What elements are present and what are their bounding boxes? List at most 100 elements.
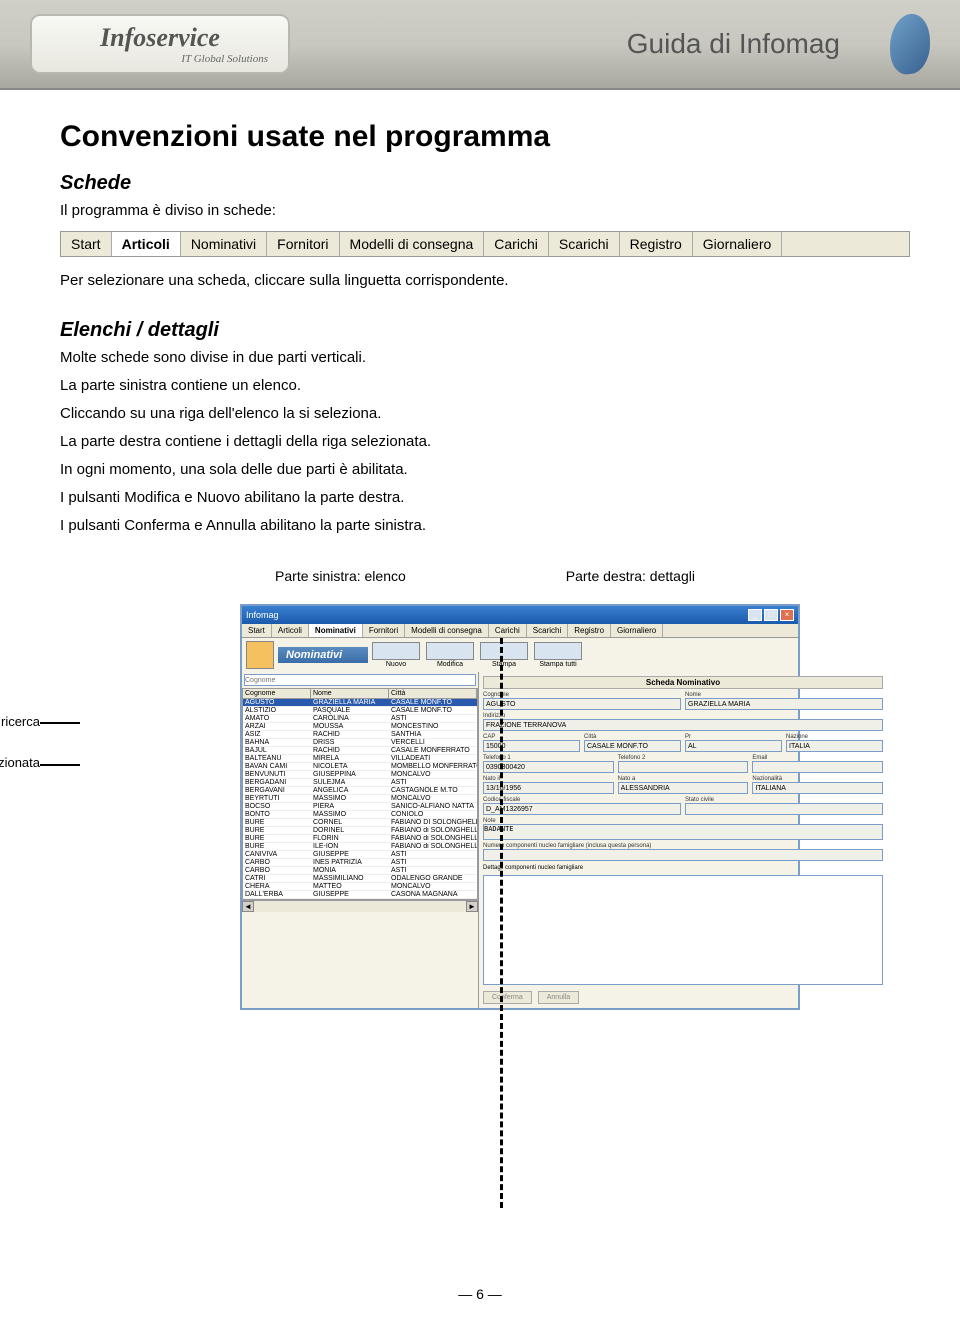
logo: Infoservice IT Global Solutions	[30, 14, 290, 74]
table-row[interactable]: ASIZRACHIDSANTHIA	[243, 731, 477, 739]
tab[interactable]: Start	[61, 232, 112, 256]
app-tabs: Start Articoli Nominativi Fornitori Mode…	[242, 624, 798, 638]
app-window: Infomag _ □ × Start Articoli Nominativi …	[240, 604, 800, 1010]
tab[interactable]: Registro	[620, 232, 693, 256]
vertical-divider	[500, 638, 503, 1208]
table-row[interactable]: BAHNADRISSVERCELLI	[243, 739, 477, 747]
cognome-field[interactable]	[483, 698, 681, 710]
search-input[interactable]	[244, 674, 476, 686]
table-row[interactable]: CARBOMONIAASTI	[243, 867, 477, 875]
table-header: Cognome Nome Città	[243, 689, 477, 699]
app-tab[interactable]: Modelli di consegna	[405, 624, 489, 637]
table-row[interactable]: DALL'ERBAGIUSEPPECASONA MAGNANA	[243, 891, 477, 899]
app-tab[interactable]: Articoli	[272, 624, 309, 637]
col-nome[interactable]: Nome	[311, 689, 389, 698]
citta-field[interactable]	[584, 740, 681, 752]
table-row[interactable]: BUREDORINELFABIANO di SOLONGHELLO	[243, 827, 477, 835]
nazione-field[interactable]	[786, 740, 883, 752]
nucleo-field[interactable]	[483, 849, 883, 861]
app-tab[interactable]: Carichi	[489, 624, 527, 637]
cap-field[interactable]	[483, 740, 580, 752]
page-number: — 6 —	[458, 1286, 502, 1302]
table-row[interactable]: BUREFLORINFABIANO di SOLONGHELLO	[243, 835, 477, 843]
table-row[interactable]: CARBOINES PATRIZIAASTI	[243, 859, 477, 867]
table-row[interactable]: BOCSOPIERASANICO-ALFIANO NATTA	[243, 803, 477, 811]
drop-icon	[890, 11, 930, 77]
toolbar: Nuovo Modifica Stampa Stampa tutti	[368, 638, 586, 672]
app-tab[interactable]: Start	[242, 624, 272, 637]
table-row[interactable]: CATRIMASSIMILIANOODALENGO GRANDE	[243, 875, 477, 883]
stampa-tutti-button[interactable]: Stampa tutti	[534, 642, 582, 668]
scroll-right-icon[interactable]: ►	[466, 901, 478, 912]
email-field[interactable]	[752, 761, 883, 773]
close-button[interactable]: ×	[780, 609, 794, 621]
label-riga: Riga selezionata	[0, 755, 40, 770]
minimize-button[interactable]: _	[748, 609, 762, 621]
natoa-field[interactable]	[618, 782, 749, 794]
elenchi-l7: I pulsanti Conferma e Annulla abilitano …	[60, 514, 910, 538]
label-campo: Campo di ricerca	[0, 714, 40, 729]
nome-field[interactable]	[685, 698, 883, 710]
stampa-button[interactable]: Stampa	[480, 642, 528, 668]
tab[interactable]: Scarichi	[549, 232, 620, 256]
new-icon	[372, 642, 420, 660]
col-cognome[interactable]: Cognome	[243, 689, 311, 698]
tel2-field[interactable]	[618, 761, 749, 773]
table-row[interactable]: BEYRTUTIMASSIMOMONCALVO	[243, 795, 477, 803]
app-tab-active[interactable]: Nominativi	[309, 624, 363, 637]
annulla-button[interactable]: Annulla	[538, 991, 579, 1004]
nazionalita-field[interactable]	[752, 782, 883, 794]
elenchi-l3: Cliccando su una riga dell'elenco la si …	[60, 402, 910, 426]
pointer-line	[40, 722, 80, 724]
window-title: Infomag	[246, 610, 279, 620]
app-tab[interactable]: Registro	[568, 624, 611, 637]
table-row[interactable]: BENVUNUTIGIUSEPPINAMONCALVO	[243, 771, 477, 779]
table-row[interactable]: BONTOMASSIMOCONIOLO	[243, 811, 477, 819]
nuovo-button[interactable]: Nuovo	[372, 642, 420, 668]
left-pane: Cognome Nome Città AGUSTOGRAZIELLA MARIA…	[242, 672, 479, 1008]
tab[interactable]: Modelli di consegna	[340, 232, 485, 256]
table-row[interactable]: BERGAVANIANGELICACASTAGNOLE M.TO	[243, 787, 477, 795]
section-header: Nominativi	[278, 647, 368, 663]
table-row[interactable]: BAVAN CAMINICOLETAMOMBELLO MONFERRATO	[243, 763, 477, 771]
stato-field[interactable]	[685, 803, 883, 815]
scroll-left-icon[interactable]: ◄	[242, 901, 254, 912]
cf-field[interactable]	[483, 803, 681, 815]
table-row[interactable]: BUREILE-IONFABIANO di SOLONGHELLO	[243, 843, 477, 851]
table-row[interactable]: BAJULRACHIDCASALE MONFERRATO	[243, 747, 477, 755]
conferma-button[interactable]: Conferma	[483, 991, 532, 1004]
table-row[interactable]: CANIVIVAGIUSEPPEASTI	[243, 851, 477, 859]
indirizzo-field[interactable]	[483, 719, 883, 731]
col-citta[interactable]: Città	[389, 689, 477, 698]
titlebar: Infomag _ □ ×	[242, 606, 798, 624]
table-row[interactable]: CHERAMATTEOMONCALVO	[243, 883, 477, 891]
tab[interactable]: Nominativi	[181, 232, 267, 256]
modifica-button[interactable]: Modifica	[426, 642, 474, 668]
table-row[interactable]: BURECORNELFABIANO DI SOLONGHELLO	[243, 819, 477, 827]
schede-line2: Per selezionare una scheda, cliccare sul…	[60, 269, 910, 293]
tab-active[interactable]: Articoli	[112, 232, 181, 256]
page-heading: Convenzioni usate nel programma	[60, 120, 910, 154]
tabs-example: Start Articoli Nominativi Fornitori Mode…	[60, 231, 910, 257]
table-row[interactable]: AMATOCAROLINAASTI	[243, 715, 477, 723]
h-scrollbar[interactable]: ◄ ►	[242, 900, 478, 912]
table-row[interactable]: ALSTIZIOPASQUALECASALE MONF.TO	[243, 707, 477, 715]
schede-line1: Il programma è diviso in schede:	[60, 199, 910, 223]
table-row[interactable]: AGUSTOGRAZIELLA MARIACASALE MONF.TO	[243, 699, 477, 707]
tab[interactable]: Carichi	[484, 232, 549, 256]
table-row[interactable]: BALTEANUMIRELAVILLADEATI	[243, 755, 477, 763]
app-tab[interactable]: Scarichi	[527, 624, 568, 637]
table-row[interactable]: ARZAIMOUSSAMONCESTINO	[243, 723, 477, 731]
elenchi-l5: In ogni momento, una sola delle due part…	[60, 458, 910, 482]
maximize-button[interactable]: □	[764, 609, 778, 621]
tab[interactable]: Fornitori	[267, 232, 339, 256]
note-field[interactable]: BADANTE	[483, 824, 883, 840]
edit-icon	[426, 642, 474, 660]
annot-left: Parte sinistra: elenco	[275, 568, 406, 584]
pr-field[interactable]	[685, 740, 782, 752]
app-tab[interactable]: Giornaliero	[611, 624, 663, 637]
tab[interactable]: Giornaliero	[693, 232, 782, 256]
app-tab[interactable]: Fornitori	[363, 624, 405, 637]
table-row[interactable]: BERGADANISULEJMAASTI	[243, 779, 477, 787]
dettagli-box[interactable]	[483, 875, 883, 985]
